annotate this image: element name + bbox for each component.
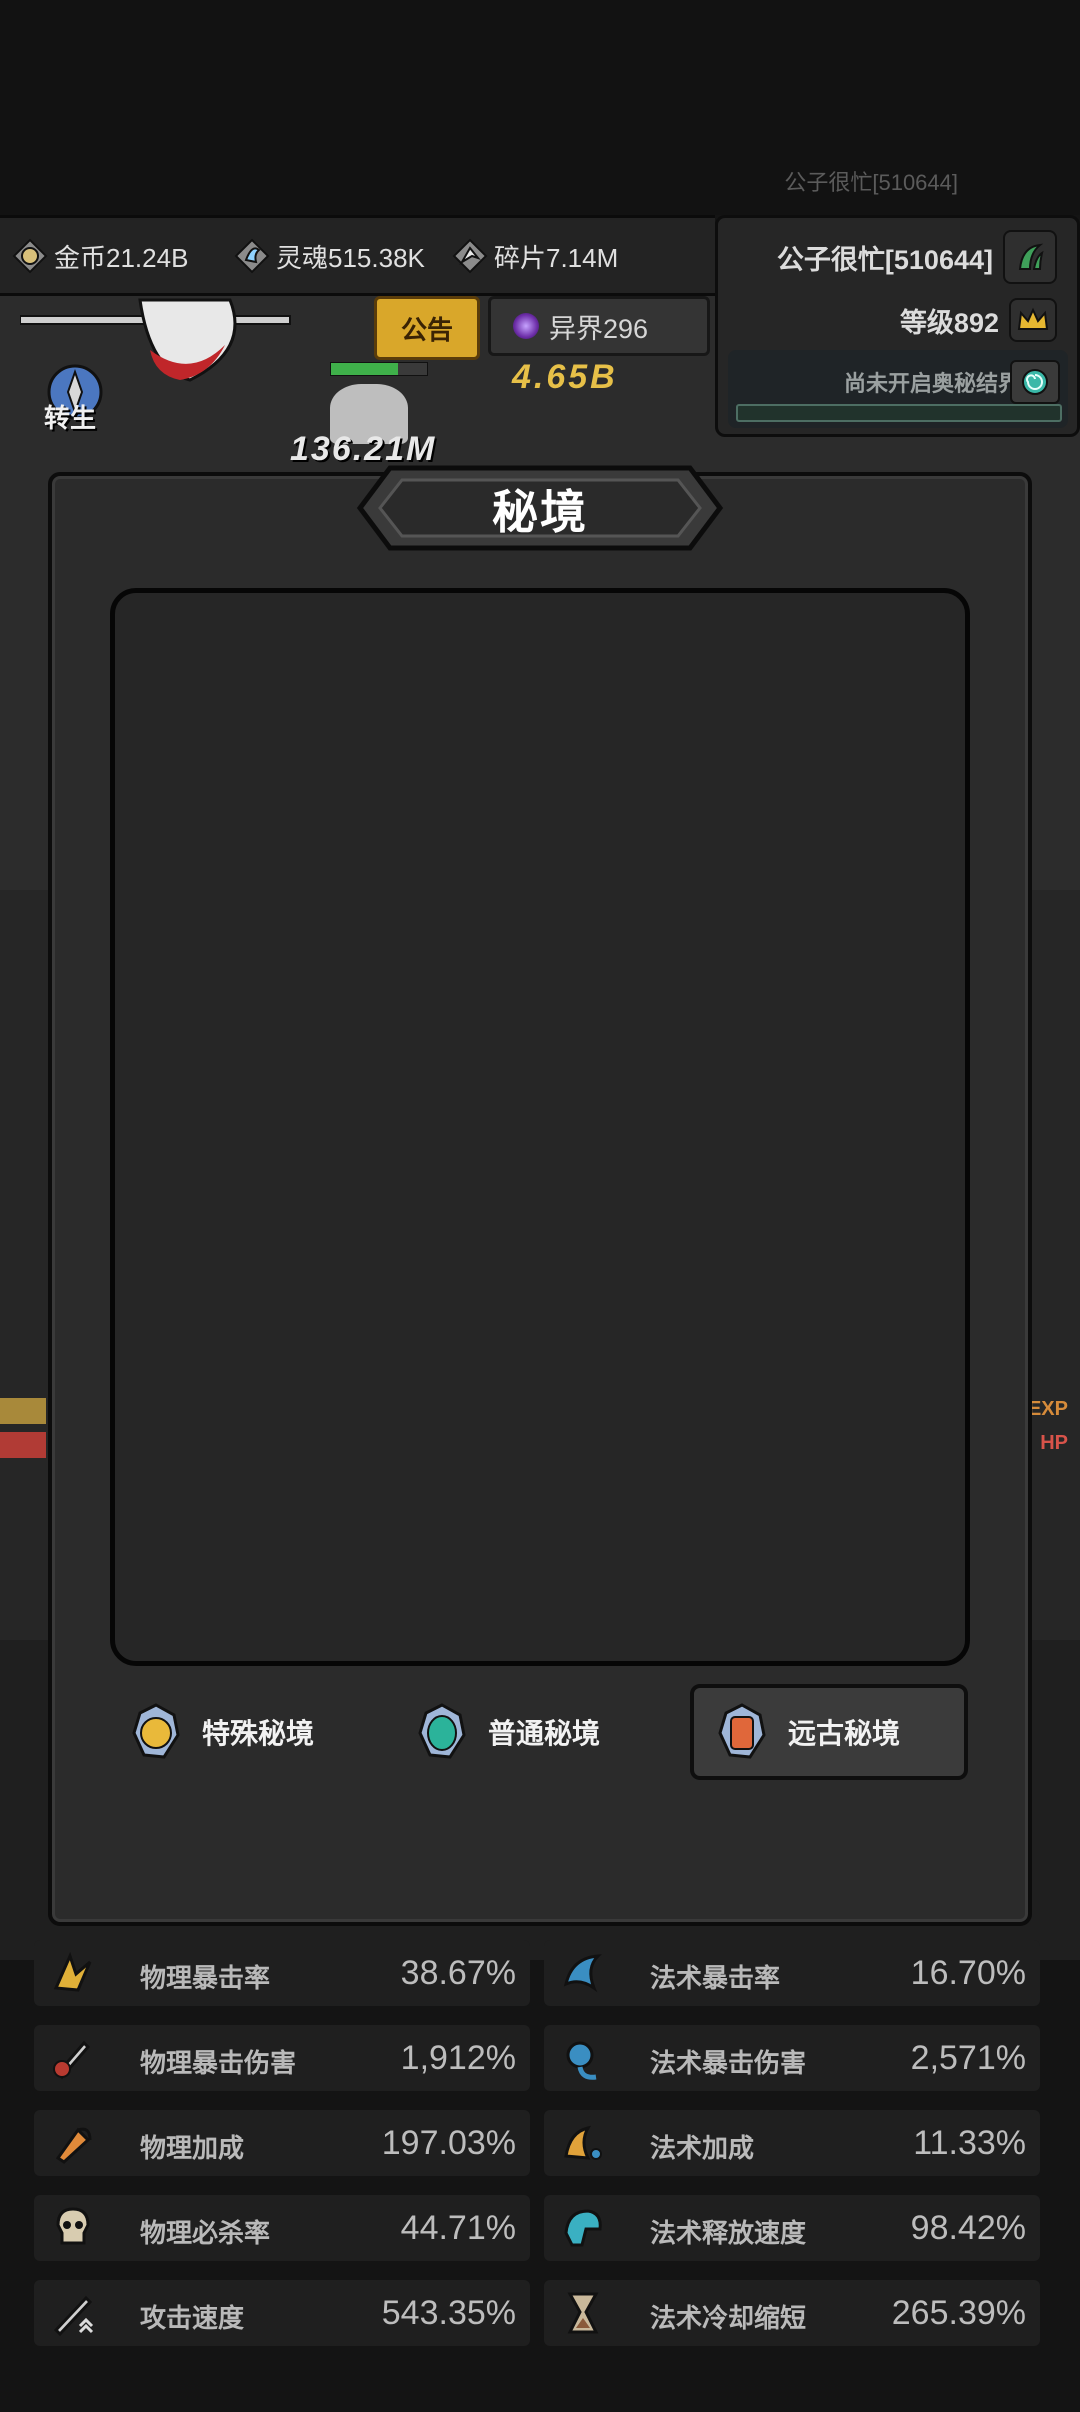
- cast-speed-icon: [564, 2209, 602, 2247]
- otherworld-button[interactable]: 异界296: [488, 296, 710, 356]
- secret-barrier-label: 尚未开启奥秘结界: [843, 371, 1020, 396]
- crown-icon: [1017, 307, 1049, 330]
- spell-crit-icon: [563, 1954, 602, 1993]
- physical-crit-damage-icon: [53, 2040, 91, 2080]
- spell-crit-damage-icon: [566, 2041, 597, 2080]
- damage-number: 4.65B: [512, 358, 618, 396]
- stat-cast-speed: 法术释放速度 98.42%: [544, 2195, 1040, 2261]
- soul-icon: [234, 238, 270, 274]
- stat-physical-kill-rate: 物理必杀率 44.71%: [34, 2195, 530, 2261]
- tab-ancient-realm[interactable]: 远古秘境: [690, 1684, 968, 1780]
- soul-resource: 灵魂515.38K: [232, 236, 425, 276]
- orange-gem-icon: [718, 1703, 766, 1759]
- stat-physical-crit-rate: 物理暴击率 38.67%: [34, 1940, 530, 2006]
- avatar[interactable]: [1003, 230, 1057, 284]
- modal-title: 秘境: [492, 486, 588, 538]
- player-level: 等级892: [899, 307, 999, 338]
- tab-normal-label: 普通秘境: [488, 1718, 601, 1749]
- stat-spell-crit-damage: 法术暴击伤害 2,571%: [544, 2025, 1040, 2091]
- exp-bar: [0, 1398, 46, 1424]
- realm-content-area: [110, 588, 970, 1666]
- notice-button[interactable]: 公告: [374, 296, 480, 360]
- secret-barrier-progress: [736, 404, 1062, 422]
- rebirth-label: 转生: [44, 403, 97, 433]
- shard-amount: 碎片7.14M: [494, 242, 619, 273]
- portal-icon: [513, 313, 539, 339]
- tab-ancient-label: 远古秘境: [788, 1718, 901, 1749]
- spell-bonus-icon: [564, 2125, 602, 2160]
- claw-icon: [1018, 243, 1044, 270]
- stat-physical-crit-damage: 物理暴击伤害 1,912%: [34, 2025, 530, 2091]
- exp-label: EXP: [1027, 1398, 1068, 1420]
- tab-normal-realm[interactable]: 普通秘境: [416, 1684, 600, 1780]
- physical-bonus-icon: [55, 2127, 92, 2164]
- player-level-row: 等级892: [900, 298, 1057, 342]
- stat-spell-crit-rate: 法术暴击率 16.70%: [544, 1940, 1040, 2006]
- soul-amount: 灵魂515.38K: [276, 242, 425, 273]
- hourglass-icon: [567, 2292, 599, 2334]
- hp-bar: [0, 1432, 46, 1458]
- teal-gem-icon: [418, 1703, 466, 1759]
- coin-icon: [12, 238, 48, 274]
- gold-gem-icon: [132, 1703, 180, 1759]
- shard-icon: [452, 238, 488, 274]
- stat-attack-speed: 攻击速度 543.35%: [34, 2280, 530, 2346]
- tab-special-label: 特殊秘境: [202, 1718, 315, 1749]
- player-name-faint: 公子很忙[510644]: [784, 170, 958, 195]
- vip-crown[interactable]: [1009, 298, 1057, 342]
- gold-amount: 金币21.24B: [54, 242, 189, 273]
- enemy-health-bar: [330, 362, 428, 376]
- physical-crit-icon: [53, 1951, 92, 1992]
- attack-speed-icon: [53, 2295, 94, 2337]
- stat-physical-bonus: 物理加成 197.03%: [34, 2110, 530, 2176]
- player-name-row: 公子很忙[510644]: [777, 230, 1057, 284]
- skull-icon: [56, 2207, 90, 2245]
- spiral-icon: [1010, 360, 1060, 404]
- stat-spell-bonus: 法术加成 11.33%: [544, 2110, 1040, 2176]
- gold-resource: 金币21.24B: [10, 236, 188, 276]
- otherworld-label: 异界296: [549, 313, 649, 344]
- hp-label: HP: [1040, 1432, 1068, 1454]
- resource-bar: 金币21.24B 灵魂515.38K 碎片7.14M: [0, 215, 715, 296]
- tab-special-realm[interactable]: 特殊秘境: [130, 1684, 314, 1780]
- secret-barrier-status[interactable]: 尚未开启奥秘结界: [728, 350, 1068, 428]
- stat-spell-cooldown: 法术冷却缩短 265.39%: [544, 2280, 1040, 2346]
- player-name: 公子很忙[510644]: [776, 244, 993, 275]
- shard-resource: 碎片7.14M: [450, 236, 618, 276]
